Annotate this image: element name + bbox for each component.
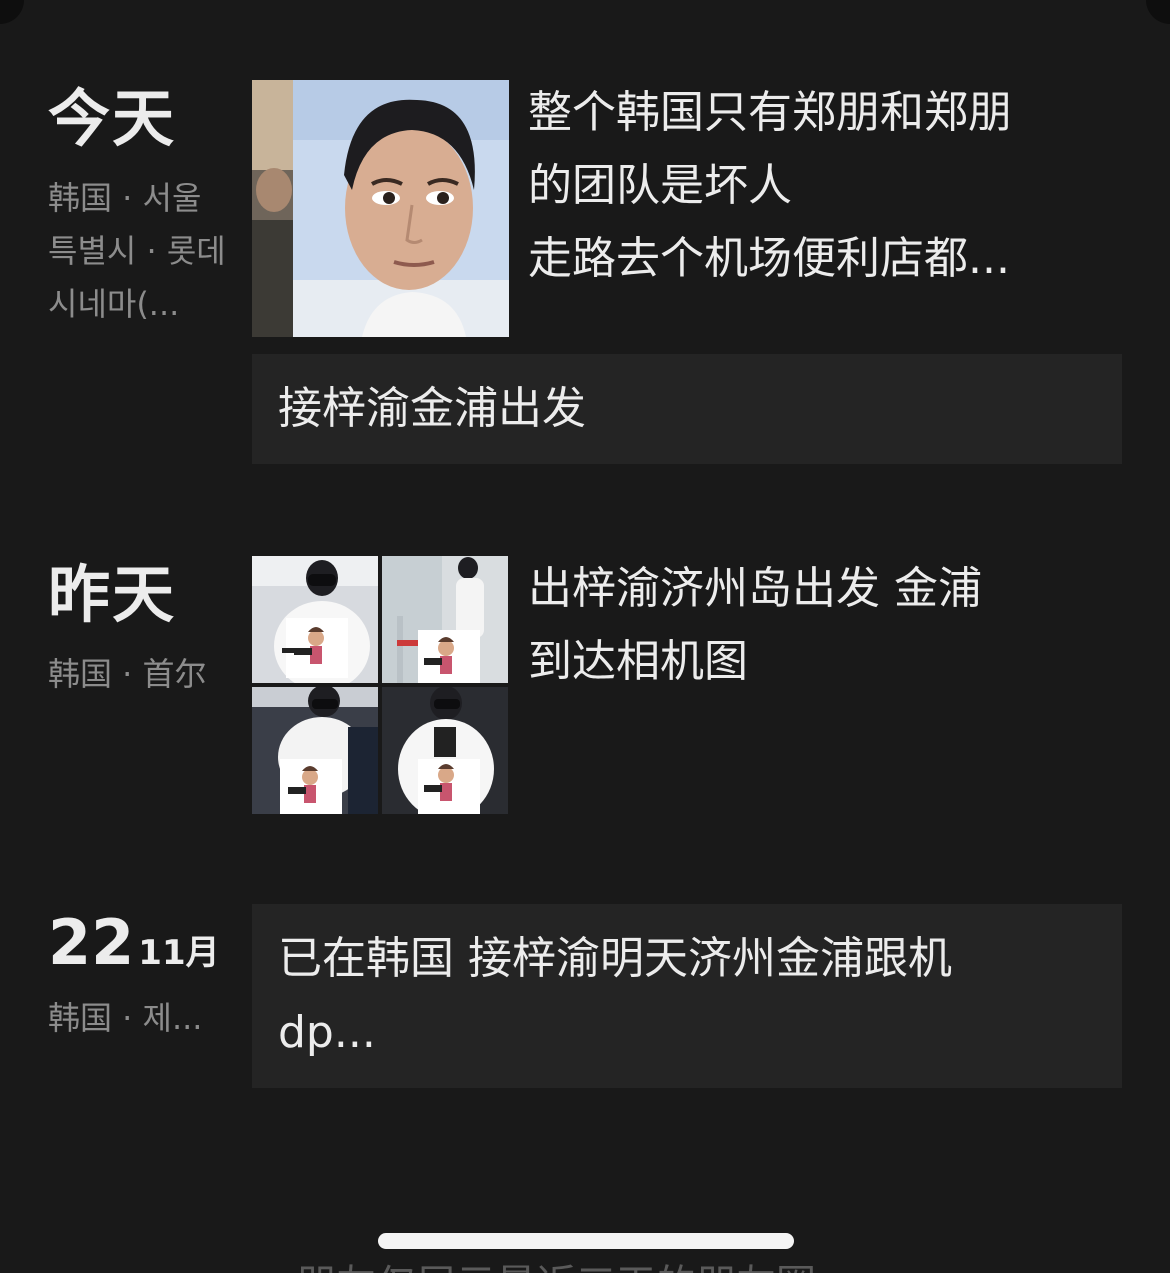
location-text[interactable]: 韩国 · 首尔 [48,648,228,754]
location-text[interactable]: 韩国 · 제... [48,992,228,1045]
post-text[interactable]: 出梓渝济州岛出发 金浦 到达相机图 [528,552,1088,698]
date-month: 11月 [138,933,220,973]
date-column: 今天 韩国 · 서울특별시 · 롯데시네마(... [48,84,228,331]
airport-photo-icon [252,687,378,814]
moments-profile-screen: 今天 韩国 · 서울특별시 · 롯데시네마(... 整个韩国只有郑朋和郑朋 的团… [0,0,1170,1273]
text-post-card[interactable]: 已在韩国 接梓渝明天济州金浦跟机 dp... [252,904,1122,1088]
card-text: 接梓渝金浦出发 [278,383,586,434]
card-text-line: 已在韩国 接梓渝明天济州金浦跟机 [278,933,952,984]
airport-photo-icon [382,687,508,814]
airport-photo-icon [252,556,378,683]
home-indicator-bar [378,1233,794,1249]
photo-grid[interactable] [252,556,509,814]
post-text-line: 走路去个机场便利店都... [528,233,1010,284]
post-text[interactable]: 整个韩国只有郑朋和郑朋 的团队是坏人 走路去个机场便利店都... [528,76,1088,295]
screen-corner [1146,0,1170,24]
date-day: 22 [48,906,135,979]
home-indicator[interactable] [378,1233,794,1249]
text-post-card[interactable]: 接梓渝金浦出发 [252,354,1122,464]
post-thumbnail[interactable] [252,80,509,337]
airport-photo-icon [382,556,508,683]
screen-corner [0,0,24,24]
card-text-line: dp... [278,1007,376,1058]
grid-photo[interactable] [382,556,508,683]
grid-photo[interactable] [252,687,378,814]
date-label: 今天 [48,82,177,155]
photo-thumbnail-icon [252,80,509,337]
date-label: 22 11月 [48,908,228,978]
grid-photo[interactable] [382,687,508,814]
post-text-line: 出梓渝济州岛出发 金浦 [528,563,982,614]
location-text[interactable]: 韩国 · 서울특별시 · 롯데시네마(... [48,172,228,331]
date-column: 22 11月 韩国 · 제... [48,908,228,1045]
post-text-line: 到达相机图 [528,636,748,687]
date-label: 昨天 [48,558,177,631]
grid-photo[interactable] [252,556,378,683]
date-column: 昨天 韩国 · 首尔 [48,560,228,754]
footer-note: 朋友仅展示最近三天的朋友圈 [296,1252,816,1273]
post-text-line: 的团队是坏人 [528,160,792,211]
post-text-line: 整个韩国只有郑朋和郑朋 [528,87,1012,138]
